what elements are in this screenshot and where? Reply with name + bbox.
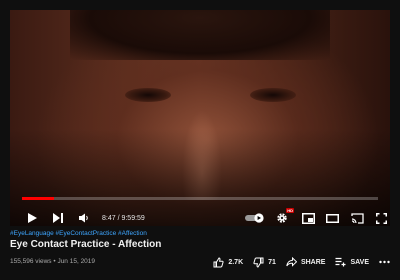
play-icon: [28, 213, 37, 223]
cast-button[interactable]: [347, 206, 367, 226]
share-icon: [286, 257, 297, 267]
like-icon: [213, 256, 224, 267]
like-button[interactable]: 2.7K: [213, 256, 244, 268]
save-label: SAVE: [350, 258, 369, 266]
play-button[interactable]: [22, 206, 42, 226]
settings-icon: [277, 213, 287, 223]
video-actions: 2.7K 71 SHARE SAVE: [213, 254, 390, 270]
autoplay-toggle[interactable]: [244, 206, 266, 226]
cast-icon: [350, 212, 364, 224]
theater-mode-button[interactable]: [322, 206, 342, 226]
dislike-icon: [253, 257, 264, 268]
progress-bar[interactable]: [22, 197, 378, 200]
time-duration: 9:59:59: [121, 214, 145, 222]
video-player[interactable]: 8:47 / 9:59:59 HD: [10, 10, 390, 226]
save-button[interactable]: SAVE: [335, 257, 369, 267]
fullscreen-button[interactable]: [371, 206, 390, 226]
next-button[interactable]: [48, 206, 68, 226]
video-hashtags[interactable]: #EyeLanguage #EyeContactPractice #Affect…: [10, 230, 147, 237]
volume-icon: [79, 213, 88, 223]
fullscreen-icon: [375, 212, 387, 224]
dislike-button[interactable]: 71: [253, 257, 276, 268]
settings-button[interactable]: HD: [272, 206, 294, 226]
dislike-count: 71: [268, 258, 276, 266]
video-frame[interactable]: [10, 10, 390, 226]
time-current: 8:47: [102, 214, 116, 222]
miniplayer-icon: [301, 212, 315, 224]
video-title: Eye Contact Practice - Affection: [10, 239, 162, 250]
progress-fill: [22, 197, 54, 200]
next-icon: [53, 213, 63, 223]
time-display: 8:47 / 9:59:59: [102, 206, 145, 226]
share-button[interactable]: SHARE: [286, 257, 326, 267]
controls-gradient: [10, 10, 390, 226]
hd-badge: HD: [286, 208, 294, 213]
mute-button[interactable]: [74, 206, 94, 226]
autoplay-toggle-icon: [245, 213, 264, 223]
share-label: SHARE: [300, 258, 326, 266]
like-count: 2.7K: [228, 258, 244, 266]
save-icon: [335, 257, 346, 267]
player-controls: 8:47 / 9:59:59 HD: [10, 206, 390, 226]
theater-icon: [325, 213, 339, 223]
miniplayer-button[interactable]: [298, 206, 318, 226]
video-meta: 155,596 views • Jun 15, 2019: [10, 258, 96, 265]
more-icon: [379, 260, 390, 264]
more-actions-button[interactable]: [379, 260, 390, 264]
